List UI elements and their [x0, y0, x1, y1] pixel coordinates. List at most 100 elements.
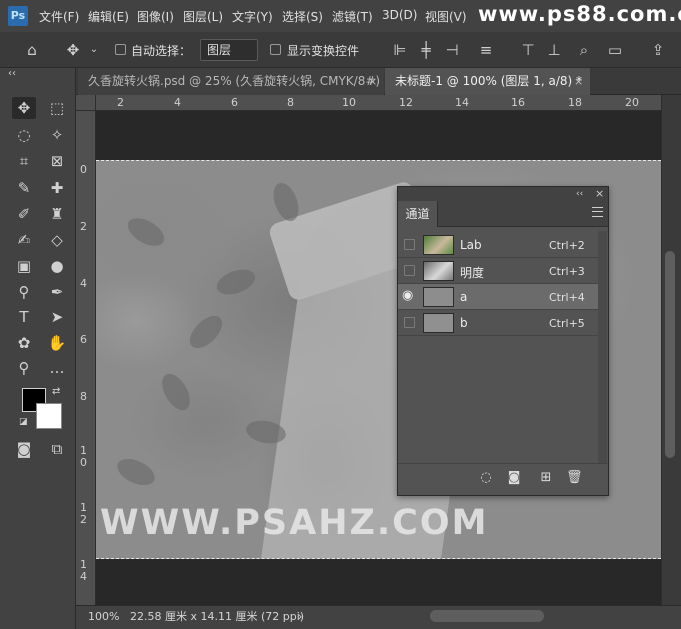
channel-row[interactable]: 明度 Ctrl+3 [398, 258, 598, 284]
collapse-panel-icon[interactable]: ‹‹ [576, 187, 583, 201]
menu-filter[interactable]: 滤镜(T) [332, 8, 373, 25]
brush-tool[interactable]: ✐ [12, 203, 36, 225]
collapse-icon[interactable]: ‹‹ [8, 68, 16, 79]
ruler-label: 6 [80, 333, 87, 346]
vertical-scroll-thumb[interactable] [665, 251, 675, 458]
delete-icon[interactable]: 🗑 [566, 470, 583, 485]
tab-label: 未标题-1 @ 100% (图层 1, a/8) * [395, 74, 583, 88]
menu-image[interactable]: 图像(I) [137, 8, 174, 25]
crop-tool[interactable]: ⌗ [12, 150, 36, 172]
chevron-down-icon[interactable]: ⌄ [88, 40, 100, 60]
close-panel-icon[interactable]: × [595, 187, 604, 201]
eye-icon[interactable]: ◉ [402, 288, 413, 303]
magic-wand-tool[interactable]: ✧ [45, 124, 69, 146]
frame-tool[interactable]: ⊠ [45, 150, 69, 172]
channel-row[interactable]: ◉ a Ctrl+4 [398, 284, 598, 310]
gradient-tool[interactable]: ▣ [12, 255, 36, 277]
ruler-label: 4 [80, 277, 87, 290]
home-icon[interactable]: ⌂ [22, 40, 42, 60]
share-icon[interactable]: ⇪ [648, 40, 668, 60]
auto-select-label: 自动选择： [131, 44, 192, 58]
eyedropper-tool[interactable]: ✎ [12, 177, 36, 199]
blur-tool[interactable]: ● [45, 255, 69, 277]
screen-mode-icon[interactable]: ⧉ [45, 438, 69, 460]
channel-row[interactable]: b Ctrl+5 [398, 310, 598, 336]
search-icon[interactable]: ⌕ [574, 40, 594, 60]
panel-tabs: 通道 [398, 201, 608, 227]
stamp-tool[interactable]: ♜ [45, 203, 69, 225]
menu-bar: Ps 文件(F) 编辑(E) 图像(I) 图层(L) 文字(Y) 选择(S) 滤… [0, 0, 681, 32]
swap-colors-icon[interactable]: ⇄ [52, 386, 60, 397]
menu-edit[interactable]: 编辑(E) [88, 8, 129, 25]
save-selection-icon[interactable]: ◙ [506, 470, 522, 485]
panel-scrollbar[interactable] [598, 231, 607, 463]
image-leaf [123, 212, 169, 252]
align-top-icon[interactable]: ⊤ [518, 40, 538, 60]
show-transform-checkbox[interactable] [270, 44, 281, 55]
distribute-icon[interactable]: ≡ [476, 40, 496, 60]
channel-row[interactable]: Lab Ctrl+2 [398, 232, 598, 258]
ruler-label: 6 [231, 96, 238, 109]
hamburger-icon[interactable] [592, 207, 603, 217]
quick-mask-icon[interactable]: ◙ [12, 438, 36, 460]
menu-type[interactable]: 文字(Y) [232, 8, 273, 25]
visibility-toggle[interactable] [404, 317, 415, 328]
close-icon[interactable]: × [368, 68, 377, 95]
menu-select[interactable]: 选择(S) [282, 8, 323, 25]
channel-name: Lab [460, 238, 482, 252]
image-leaf [156, 369, 196, 415]
zoom-level[interactable]: 100% [88, 606, 119, 628]
tab-document-1[interactable]: 久香旋转火锅.psd @ 25% (久香旋转火锅, CMYK/8#) × [78, 68, 384, 95]
dodge-tool[interactable]: ⚲ [12, 281, 36, 303]
ruler-label: 1 2 [80, 501, 87, 526]
align-center-icon[interactable]: ╪ [416, 40, 436, 60]
more-tools-icon[interactable]: … [45, 357, 69, 379]
image-leaf [213, 264, 259, 300]
tab-document-2[interactable]: 未标题-1 @ 100% (图层 1, a/8) * × [385, 68, 590, 95]
ruler-label: 2 [80, 220, 87, 233]
load-selection-icon[interactable]: ◌ [478, 470, 494, 485]
workspace-icon[interactable]: ▭ [604, 40, 626, 60]
pen-tool[interactable]: ✒ [45, 281, 69, 303]
eraser-tool[interactable]: ◇ [45, 229, 69, 251]
healing-tool[interactable]: ✚ [45, 177, 69, 199]
visibility-toggle[interactable] [404, 239, 415, 250]
align-middle-icon[interactable]: ⊥ [544, 40, 564, 60]
default-colors-icon[interactable]: ◪ [19, 417, 28, 427]
move-tool[interactable]: ✥ [12, 97, 36, 119]
path-select-tool[interactable]: ➤ [45, 306, 69, 328]
move-tool-icon[interactable]: ✥ [62, 40, 84, 60]
channel-thumbnail [423, 261, 454, 281]
horizontal-scroll-thumb[interactable] [430, 610, 544, 622]
close-icon[interactable]: × [574, 68, 583, 95]
shape-tool[interactable]: ✿ [12, 332, 36, 354]
image-leaf [184, 310, 228, 354]
history-brush-tool[interactable]: ✍ [12, 229, 36, 251]
menu-file[interactable]: 文件(F) [39, 8, 79, 25]
panel-titlebar: ‹‹ × [398, 187, 608, 201]
channel-name: 明度 [460, 266, 485, 280]
align-right-icon[interactable]: ⊣ [442, 40, 462, 60]
status-arrow-icon[interactable]: › [298, 606, 302, 628]
ruler-label: 14 [455, 96, 469, 109]
tab-channels[interactable]: 通道 [398, 201, 438, 227]
menu-view[interactable]: 视图(V) [425, 8, 467, 25]
type-tool[interactable]: T [12, 306, 36, 328]
background-color-swatch[interactable] [36, 403, 62, 429]
image-leaf [113, 453, 159, 491]
lasso-tool[interactable]: ◌ [12, 124, 36, 146]
channel-name: a [460, 290, 468, 304]
hand-tool[interactable]: ✋ [45, 332, 69, 354]
menu-layer[interactable]: 图层(L) [183, 8, 223, 25]
auto-select-checkbox[interactable] [115, 44, 126, 55]
zoom-tool[interactable]: ⚲ [12, 357, 36, 379]
menu-3d[interactable]: 3D(D) [382, 8, 417, 22]
auto-select-dropdown[interactable]: 图层 [200, 39, 258, 61]
marquee-tool[interactable]: ⬚ [45, 97, 69, 119]
new-channel-icon[interactable]: ⊞ [538, 470, 554, 485]
photoshop-logo: Ps [8, 6, 28, 26]
ruler-label: 1 0 [80, 444, 87, 469]
ruler-label: 10 [342, 96, 356, 109]
visibility-toggle[interactable] [404, 265, 415, 276]
align-left-icon[interactable]: ⊫ [390, 40, 410, 60]
